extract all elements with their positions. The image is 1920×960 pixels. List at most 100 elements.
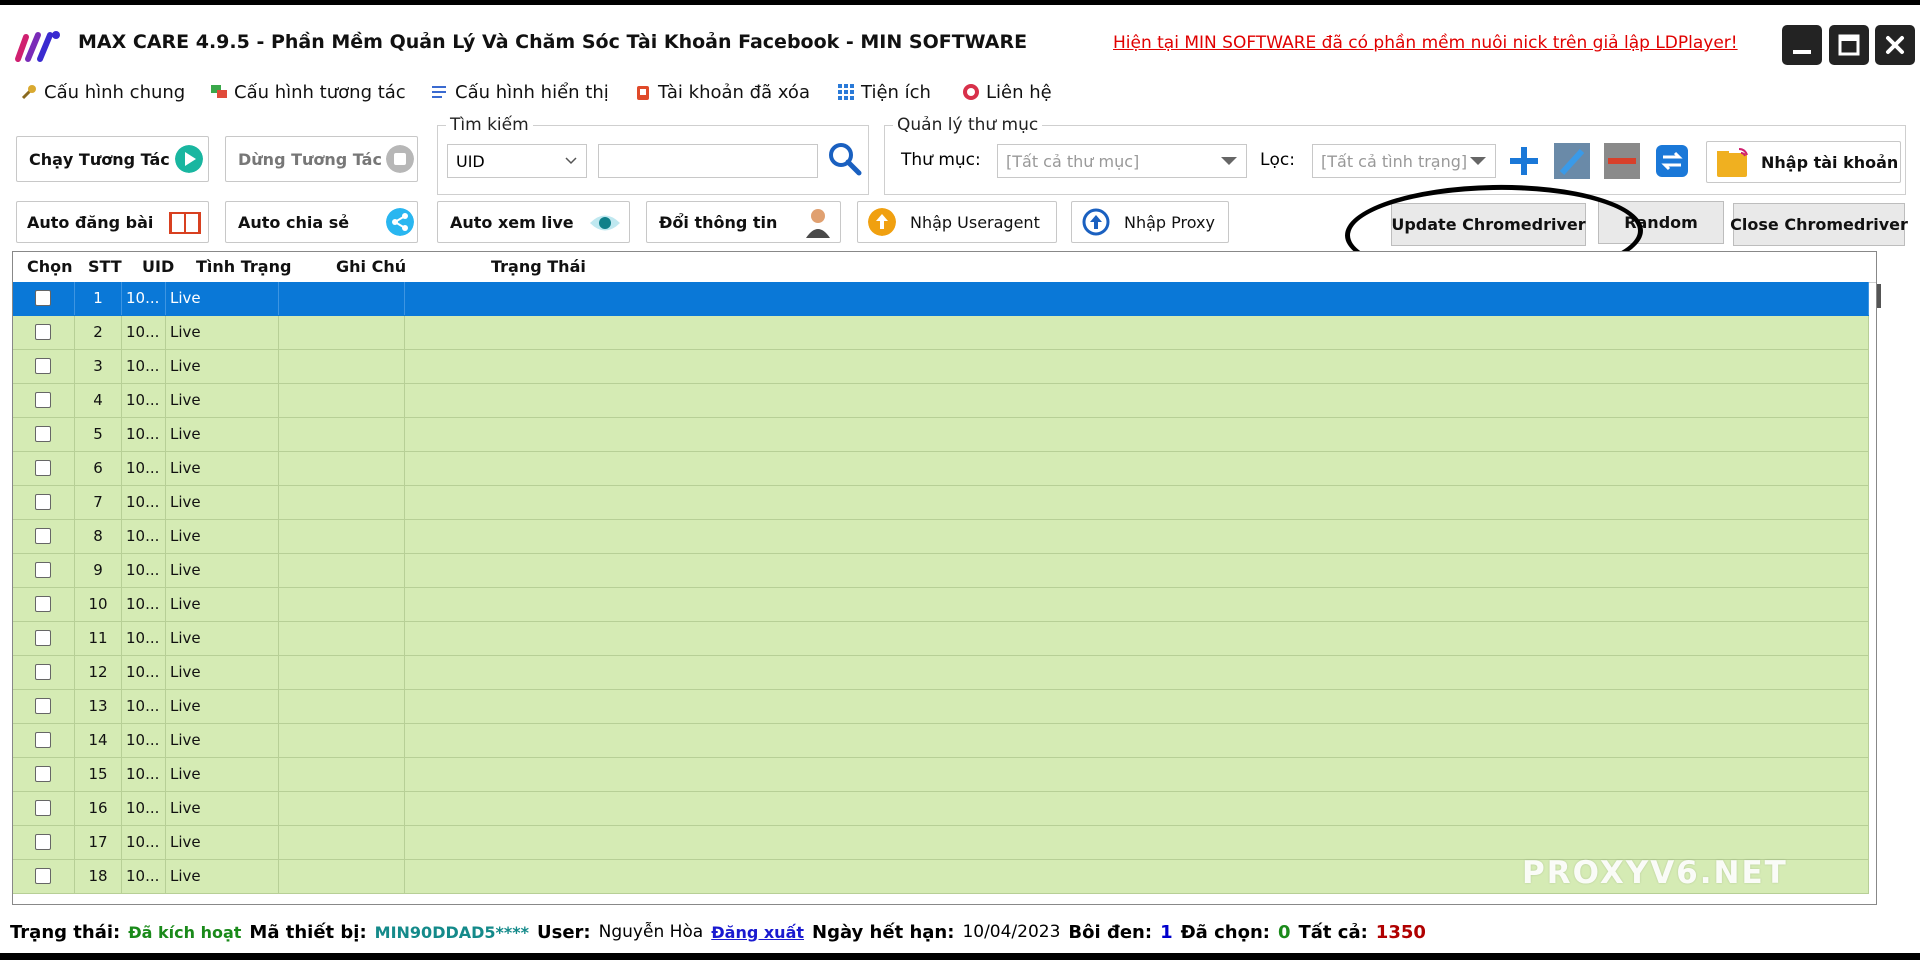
add-folder-button[interactable] — [1506, 143, 1542, 179]
random-label: Random — [1624, 213, 1698, 232]
cell-uid: 10... — [122, 486, 166, 519]
row-checkbox[interactable] — [35, 324, 51, 340]
search-field-select[interactable]: UID — [447, 144, 587, 178]
search-legend: Tìm kiếm — [450, 115, 529, 135]
search-input[interactable] — [598, 144, 818, 178]
cell-account-status: Live — [166, 452, 279, 485]
minimize-button[interactable] — [1782, 25, 1822, 65]
table-row[interactable]: 8 10... Live — [13, 520, 1869, 554]
row-checkbox[interactable] — [35, 766, 51, 782]
cell-state — [405, 554, 1869, 587]
column-header-uid[interactable]: UID — [142, 252, 174, 282]
menu-general-config[interactable]: Cấu hình chung — [20, 80, 185, 104]
delete-folder-button[interactable] — [1604, 143, 1640, 179]
table-row[interactable]: 12 10... Live — [13, 656, 1869, 690]
chevron-down-icon — [565, 157, 577, 165]
cell-state — [405, 418, 1869, 451]
row-checkbox[interactable] — [35, 596, 51, 612]
close-chromedriver-button[interactable]: Close Chromedriver — [1730, 203, 1908, 246]
cell-stt: 10 — [75, 588, 122, 621]
menu-utilities[interactable]: Tiện ích — [837, 80, 931, 104]
row-checkbox[interactable] — [35, 358, 51, 374]
stop-interaction-button[interactable]: Dừng Tương Tác — [225, 136, 418, 182]
menu-contact[interactable]: Liên hệ — [962, 80, 1052, 104]
selected-value: 0 — [1277, 921, 1291, 943]
row-checkbox[interactable] — [35, 834, 51, 850]
stop-icon — [386, 145, 414, 173]
change-info-button[interactable]: Đổi thông tin — [646, 201, 841, 243]
row-checkbox[interactable] — [35, 800, 51, 816]
menu-interaction-config[interactable]: Cấu hình tương tác — [210, 80, 406, 104]
promo-link[interactable]: Hiện tại MIN SOFTWARE đã có phần mềm nuô… — [1113, 33, 1738, 53]
menu-deleted-accounts[interactable]: Tài khoản đã xóa — [634, 80, 810, 104]
edit-folder-button[interactable] — [1554, 143, 1590, 179]
row-checkbox[interactable] — [35, 460, 51, 476]
table-row[interactable]: 16 10... Live — [13, 792, 1869, 826]
search-button[interactable] — [826, 140, 864, 178]
table-row[interactable]: 2 10... Live — [13, 316, 1869, 350]
cell-select — [13, 860, 75, 893]
random-button[interactable]: Random — [1598, 201, 1724, 244]
row-checkbox[interactable] — [35, 664, 51, 680]
cell-state — [405, 792, 1869, 825]
column-header-account-status[interactable]: Tình Trạng — [196, 252, 291, 282]
table-row[interactable]: 13 10... Live — [13, 690, 1869, 724]
table-row[interactable]: 14 10... Live — [13, 724, 1869, 758]
import-account-button[interactable]: Nhập tài khoản — [1706, 141, 1901, 183]
folder-select-value: [Tất cả thư mục] — [1006, 151, 1140, 171]
column-header-select[interactable]: Chọn — [27, 252, 73, 282]
refresh-button[interactable] — [1654, 143, 1690, 179]
cell-state — [405, 350, 1869, 383]
close-button[interactable] — [1875, 25, 1915, 65]
run-interaction-button[interactable]: Chạy Tương Tác — [16, 136, 209, 182]
table-row[interactable]: 5 10... Live — [13, 418, 1869, 452]
table-row[interactable]: 10 10... Live — [13, 588, 1869, 622]
cell-select — [13, 520, 75, 553]
cell-select — [13, 724, 75, 757]
table-row[interactable]: 9 10... Live — [13, 554, 1869, 588]
cell-stt: 8 — [75, 520, 122, 553]
row-checkbox[interactable] — [35, 868, 51, 884]
row-checkbox[interactable] — [35, 630, 51, 646]
folder-select[interactable]: [Tất cả thư mục] — [997, 144, 1247, 178]
menu-display-config[interactable]: Cấu hình hiển thị — [431, 80, 609, 104]
row-checkbox[interactable] — [35, 732, 51, 748]
column-header-note[interactable]: Ghi Chú — [336, 252, 406, 282]
column-header-stt[interactable]: STT — [88, 252, 122, 282]
row-checkbox[interactable] — [35, 392, 51, 408]
app-logo — [15, 31, 60, 62]
row-checkbox[interactable] — [35, 528, 51, 544]
table-row[interactable]: 15 10... Live — [13, 758, 1869, 792]
scrollbar-thumb[interactable] — [1877, 284, 1881, 308]
grid-header: Chọn STT UID Tình Trạng Ghi Chú Trạng Th… — [13, 252, 1876, 283]
column-header-state[interactable]: Trạng Thái — [491, 252, 586, 282]
table-row[interactable]: 7 10... Live — [13, 486, 1869, 520]
logout-link[interactable]: Đăng xuất — [711, 923, 804, 942]
cell-uid: 10... — [122, 860, 166, 893]
filter-select[interactable]: [Tất cả tình trạng] — [1312, 144, 1496, 178]
row-checkbox[interactable] — [35, 290, 51, 306]
maximize-button[interactable] — [1829, 25, 1869, 65]
auto-post-button[interactable]: Auto đăng bài — [16, 201, 209, 243]
cell-state — [405, 520, 1869, 553]
table-row[interactable]: 6 10... Live — [13, 452, 1869, 486]
cell-account-status: Live — [166, 656, 279, 689]
import-proxy-button[interactable]: Nhập Proxy — [1071, 201, 1229, 243]
cell-state — [405, 452, 1869, 485]
row-checkbox[interactable] — [35, 698, 51, 714]
play-icon — [175, 145, 203, 173]
import-useragent-button[interactable]: Nhập Useragent — [857, 201, 1057, 243]
auto-live-button[interactable]: Auto xem live — [437, 201, 630, 243]
cell-select — [13, 418, 75, 451]
table-row[interactable]: 1 10... Live — [13, 282, 1869, 316]
row-checkbox[interactable] — [35, 562, 51, 578]
row-checkbox[interactable] — [35, 426, 51, 442]
table-row[interactable]: 4 10... Live — [13, 384, 1869, 418]
row-checkbox[interactable] — [35, 494, 51, 510]
chat-icon — [211, 85, 227, 98]
cell-select — [13, 554, 75, 587]
table-row[interactable]: 11 10... Live — [13, 622, 1869, 656]
auto-share-button[interactable]: Auto chia sẻ — [225, 201, 418, 243]
table-row[interactable]: 3 10... Live — [13, 350, 1869, 384]
update-chromedriver-button[interactable]: Update Chromedriver — [1391, 203, 1586, 246]
